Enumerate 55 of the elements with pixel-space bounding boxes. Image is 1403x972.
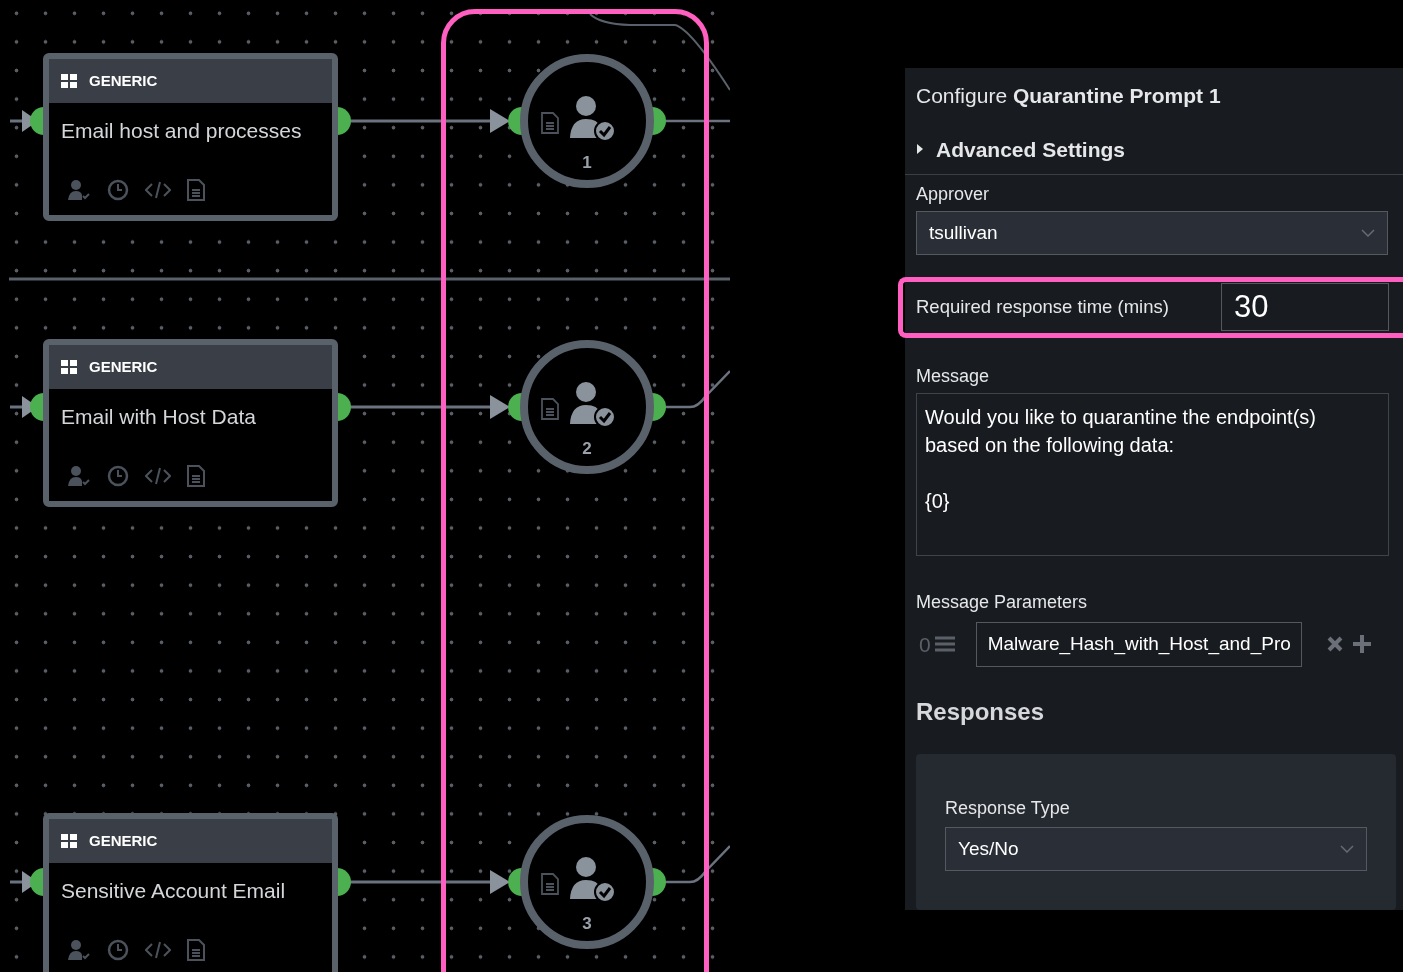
user-check-icon — [67, 179, 91, 201]
node-number: 2 — [581, 438, 593, 460]
code-icon — [145, 181, 171, 199]
grid-icon — [61, 834, 77, 848]
prompt-node[interactable]: 1 — [520, 54, 654, 188]
connector-line — [664, 845, 730, 884]
plus-icon[interactable] — [1352, 635, 1371, 654]
clock-icon — [107, 939, 129, 961]
document-icon — [187, 939, 205, 961]
parameter-field[interactable]: Malware_Hash_with_Host_and_Pro — [975, 621, 1302, 667]
document-icon — [187, 465, 205, 487]
grid-icon — [61, 74, 77, 88]
document-icon — [187, 179, 205, 201]
generic-block[interactable]: GENERIC Email host and processes — [43, 53, 338, 221]
block-title: Sensitive Account Email — [60, 878, 287, 904]
field-label: Required response time (mins) — [916, 295, 1170, 320]
prompt-node[interactable]: 3 — [520, 815, 654, 949]
section-heading: Responses — [916, 696, 1046, 727]
block-type: GENERIC — [89, 356, 158, 377]
block-type: GENERIC — [89, 830, 158, 851]
advanced-settings-toggle[interactable]: Advanced Settings — [916, 133, 1389, 165]
field-label: Response Type — [945, 796, 1071, 820]
code-icon — [145, 467, 171, 485]
select-field[interactable]: Yes/No — [945, 826, 1367, 871]
chevron-down-icon — [1340, 844, 1354, 853]
document-icon — [541, 112, 559, 134]
field-label: Message — [916, 364, 991, 388]
generic-block[interactable]: GENERIC Email with Host Data — [43, 339, 338, 507]
clock-icon — [107, 179, 129, 201]
field-label: Message Parameters — [916, 590, 1089, 614]
user-check-icon — [67, 465, 91, 487]
user-check-icon — [67, 939, 91, 961]
block-title: Email host and processes — [60, 118, 303, 144]
node-number: 3 — [581, 913, 593, 935]
connector-line — [664, 370, 730, 409]
chevron-down-icon — [1361, 228, 1375, 237]
field-label: Approver — [916, 182, 991, 206]
message-field[interactable]: Would you like to quarantine the endpoint(s) based on the following data: {0} — [916, 392, 1389, 556]
block-title: Email with Host Data — [60, 404, 257, 430]
drag-handle-icon[interactable] — [934, 636, 955, 653]
code-icon — [145, 941, 171, 959]
connector-line — [664, 119, 730, 123]
select-field[interactable]: tsullivan — [916, 210, 1388, 255]
panel-title: Configure Quarantine Prompt 1 — [916, 83, 1222, 109]
document-icon — [541, 873, 559, 895]
parameter-index: 0 — [919, 631, 931, 658]
node-number: 1 — [581, 152, 593, 174]
generic-block[interactable]: GENERIC Sensitive Account Email — [43, 813, 338, 972]
document-icon — [541, 398, 559, 420]
block-type: GENERIC — [89, 70, 158, 91]
grid-icon — [61, 360, 77, 374]
close-icon[interactable] — [1326, 636, 1343, 653]
number-field[interactable]: 30 — [1221, 283, 1389, 332]
clock-icon — [107, 465, 129, 487]
prompt-node[interactable]: 2 — [520, 340, 654, 474]
